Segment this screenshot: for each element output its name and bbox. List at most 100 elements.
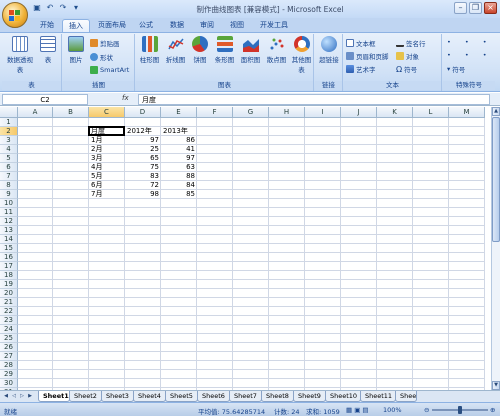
sheet-tab-1[interactable]: Sheet1 xyxy=(38,391,70,402)
save-icon[interactable]: ▣ xyxy=(32,3,42,13)
row-header-27[interactable]: 27 xyxy=(0,352,18,361)
table-button[interactable]: 表 xyxy=(38,36,58,64)
cell-d9[interactable]: 98 xyxy=(125,190,161,199)
zoom-out-icon[interactable]: ⊖ xyxy=(424,406,429,414)
tab-data[interactable]: 数据 xyxy=(164,19,190,32)
cell-e3[interactable]: 86 xyxy=(161,136,197,145)
row-header-1[interactable]: 1 xyxy=(0,118,18,127)
column-header-d[interactable]: D xyxy=(125,107,161,118)
row-header-4[interactable]: 4 xyxy=(0,145,18,154)
office-button[interactable] xyxy=(2,2,28,28)
picture-button[interactable]: 图片 xyxy=(65,36,87,64)
column-header-g[interactable]: G xyxy=(233,107,269,118)
symbol-button[interactable]: Ω 符号 xyxy=(396,64,417,75)
restore-button[interactable]: ❐ xyxy=(469,2,482,14)
tab-insert[interactable]: 插入 xyxy=(62,19,90,32)
scroll-down-icon[interactable]: ▼ xyxy=(492,381,500,390)
cell-d6[interactable]: 75 xyxy=(125,163,161,172)
column-header-i[interactable]: I xyxy=(305,107,341,118)
cell-e5[interactable]: 97 xyxy=(161,154,197,163)
cell-e2[interactable]: 2013年 xyxy=(161,127,197,136)
cell-c4[interactable]: 2月 xyxy=(89,145,125,154)
worksheet-grid[interactable]: ABCDEFGHIJKLM 1 2 3 4 5 6 7 8 9 10 11 12 13 14 15 16 17 1… xyxy=(0,107,491,390)
row-header-6[interactable]: 6 xyxy=(0,163,18,172)
column-header-e[interactable]: E xyxy=(161,107,197,118)
row-header-12[interactable]: 12 xyxy=(0,217,18,226)
smartart-button[interactable]: SmartArt xyxy=(90,66,129,74)
header-footer-button[interactable]: 页眉和页脚 xyxy=(346,51,389,61)
vertical-scrollbar[interactable]: ▲ ▼ xyxy=(491,107,500,390)
scroll-thumb[interactable] xyxy=(492,117,500,242)
row-header-25[interactable]: 25 xyxy=(0,334,18,343)
row-header-20[interactable]: 20 xyxy=(0,289,18,298)
cell-e9[interactable]: 85 xyxy=(161,190,197,199)
row-header-11[interactable]: 11 xyxy=(0,208,18,217)
tab-developer[interactable]: 开发工具 xyxy=(254,19,294,32)
wordart-button[interactable]: 艺术字 xyxy=(346,64,376,74)
row-header-3[interactable]: 3 xyxy=(0,136,18,145)
row-header-24[interactable]: 24 xyxy=(0,325,18,334)
scroll-up-icon[interactable]: ▲ xyxy=(492,107,500,116)
sheet-tab-12[interactable]: Shee xyxy=(395,391,417,402)
cell-c6[interactable]: 4月 xyxy=(89,163,125,172)
view-buttons[interactable]: ▦ ▣ ▤ xyxy=(346,406,369,414)
row-header-23[interactable]: 23 xyxy=(0,316,18,325)
column-header-k[interactable]: K xyxy=(377,107,413,118)
zoom-level[interactable]: 100% xyxy=(383,406,402,414)
cell-e6[interactable]: 63 xyxy=(161,163,197,172)
row-header-10[interactable]: 10 xyxy=(0,199,18,208)
row-header-19[interactable]: 19 xyxy=(0,280,18,289)
row-header-22[interactable]: 22 xyxy=(0,307,18,316)
first-sheet-icon[interactable]: ◀ xyxy=(2,392,10,401)
zoom-in-icon[interactable]: ⊕ xyxy=(490,406,495,414)
sheet-tab-7[interactable]: Sheet7 xyxy=(229,391,262,402)
row-header-29[interactable]: 29 xyxy=(0,370,18,379)
tab-formulas[interactable]: 公式 xyxy=(133,19,159,32)
sheet-tab-2[interactable]: Sheet2 xyxy=(69,391,102,402)
formula-input[interactable]: 月度 xyxy=(138,94,490,105)
column-header-m[interactable]: M xyxy=(449,107,485,118)
column-header-l[interactable]: L xyxy=(413,107,449,118)
special-symbol-button[interactable]: ▾ 符号 xyxy=(447,64,465,74)
sheet-tab-8[interactable]: Sheet8 xyxy=(261,391,294,402)
textbox-button[interactable]: 文本框 xyxy=(346,38,376,48)
row-header-8[interactable]: 8 xyxy=(0,181,18,190)
name-box[interactable]: C2 xyxy=(2,94,88,105)
row-header-28[interactable]: 28 xyxy=(0,361,18,370)
tab-page-layout[interactable]: 页面布局 xyxy=(92,19,132,32)
sheet-tab-10[interactable]: Sheet10 xyxy=(325,391,361,402)
cell-d8[interactable]: 72 xyxy=(125,181,161,190)
signature-line-button[interactable]: 签名行 xyxy=(396,38,426,48)
object-button[interactable]: 对象 xyxy=(396,51,419,61)
hyperlink-button[interactable]: 超链接 xyxy=(316,36,342,64)
tab-home[interactable]: 开始 xyxy=(34,19,60,32)
cell-d7[interactable]: 83 xyxy=(125,172,161,181)
column-header-f[interactable]: F xyxy=(197,107,233,118)
last-sheet-icon[interactable]: ▶ xyxy=(26,392,34,401)
prev-sheet-icon[interactable]: ◁ xyxy=(10,392,18,401)
cell-c3[interactable]: 1月 xyxy=(89,136,125,145)
sheet-tab-3[interactable]: Sheet3 xyxy=(101,391,134,402)
cell-e7[interactable]: 88 xyxy=(161,172,197,181)
close-button[interactable]: × xyxy=(484,2,497,14)
pivot-table-button[interactable]: 数据透视表 xyxy=(5,36,35,74)
row-header-21[interactable]: 21 xyxy=(0,298,18,307)
cell-c7[interactable]: 5月 xyxy=(89,172,125,181)
pie-chart-button[interactable]: 饼图 xyxy=(189,36,211,64)
select-all-corner[interactable] xyxy=(0,107,18,118)
shapes-button[interactable]: 形状 xyxy=(90,52,113,62)
row-header-9[interactable]: 9 xyxy=(0,190,18,199)
row-header-16[interactable]: 16 xyxy=(0,253,18,262)
column-header-b[interactable]: B xyxy=(53,107,89,118)
special-symbols-row-2[interactable]: • • • • xyxy=(447,51,500,59)
column-header-h[interactable]: H xyxy=(269,107,305,118)
sheet-tab-11[interactable]: Sheet11 xyxy=(360,391,396,402)
cell-d4[interactable]: 25 xyxy=(125,145,161,154)
row-header-18[interactable]: 18 xyxy=(0,271,18,280)
row-header-13[interactable]: 13 xyxy=(0,226,18,235)
minimize-button[interactable]: – xyxy=(454,2,467,14)
cell-c5[interactable]: 3月 xyxy=(89,154,125,163)
fx-icon[interactable]: fx xyxy=(122,94,129,102)
row-header-14[interactable]: 14 xyxy=(0,235,18,244)
cell-d2[interactable]: 2012年 xyxy=(125,127,161,136)
